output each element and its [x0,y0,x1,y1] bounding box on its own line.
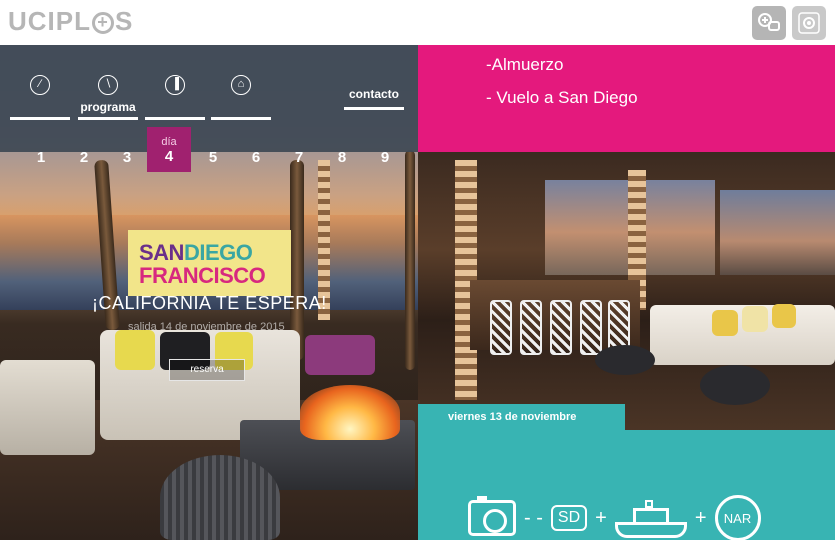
hotel-icon: ▐ [165,75,185,95]
nav-label: programa [80,100,136,114]
nav-contact[interactable]: contacto [344,87,404,110]
nav-underline [211,117,271,120]
logo-text-end: S [115,6,134,36]
plus-sign: + [694,506,707,529]
nav-item-explore[interactable]: ∕ [10,75,70,120]
day-6[interactable]: 6 [246,149,266,166]
sign-part-2: DIEGO [183,240,253,265]
ship-icon [614,498,687,538]
day-7[interactable]: 7 [289,149,309,166]
fire [300,385,400,440]
armchair [0,360,95,455]
bar-stool [580,300,602,355]
day-9[interactable]: 9 [375,149,395,166]
nav-label [211,100,271,114]
nav-underline [344,107,404,110]
day-formula: - - SD + + NAR [468,495,761,540]
nav-label [10,100,70,114]
nav-item-programa[interactable]: ∖ programa [78,75,138,120]
logo-plus: + [92,12,114,34]
nav-item-hotel[interactable]: ▐ [145,75,205,120]
day-selector: 1 2 3 5 6 7 8 9 [0,127,418,172]
nav-underline [78,117,138,120]
bar-stool [550,300,572,355]
day-5[interactable]: 5 [203,149,223,166]
clock-icon: ∖ [98,75,118,95]
minus-sign: - - [524,506,543,529]
nar-badge-icon: NAR [714,495,761,540]
day-date-tab: viernes 13 de noviembre [418,404,625,430]
logo[interactable]: UCIPL + S [8,6,133,37]
ship-hull [614,522,687,538]
destination-sign: SANDIEGO FRANCISCO [128,230,291,296]
camera-icon [468,496,516,536]
day-1[interactable]: 1 [31,149,51,166]
nav-underline [145,117,205,120]
agenda-panel: - Visita a las ruinas de Moctezuma -Almu… [418,32,835,152]
sign-part-1: SAN [139,240,184,265]
ship-cabin [632,508,669,522]
ship-chimney [644,500,653,508]
cushion [712,310,738,336]
contact-label: contacto [348,87,399,101]
settings-gear-icon[interactable] [792,6,826,40]
plus-sign: + [595,506,607,529]
agenda-item: - Vuelo a San Diego [486,88,638,107]
window-view [720,190,835,275]
agenda-item: -Almuerzo [486,55,564,74]
sd-card-icon: SD [550,505,588,531]
cushion [772,304,796,328]
home-icon: ⌂ [231,75,251,95]
hero-tagline: ¡CALIFORNIA TE ESPERA! [92,293,327,313]
day-3[interactable]: 3 [117,149,137,166]
ottoman [700,365,770,405]
logo-text: UCIPL [8,6,91,36]
day-8[interactable]: 8 [332,149,352,166]
cushion [305,335,375,375]
bar-stool [490,300,512,355]
chat-plus-icon[interactable] [752,6,786,40]
cushion [742,306,768,332]
reserva-button[interactable]: reserva [169,359,245,381]
hero-date: salida 14 de noviembre de 2015 [128,321,285,333]
cushion [115,330,155,370]
agenda-scrolled-item: - Visita a las ruinas de Moctezuma [496,32,725,49]
sign-line-2: FRANCISCO [139,263,266,288]
bar-stool [520,300,542,355]
nav-item-home[interactable]: ⌂ [211,75,271,120]
nav-underline [10,117,70,120]
day-2[interactable]: 2 [74,149,94,166]
pouf [160,455,280,540]
palm-trunk [405,150,415,370]
ottoman [595,345,655,375]
compass-icon: ∕ [30,75,50,95]
nav-label [145,100,205,114]
